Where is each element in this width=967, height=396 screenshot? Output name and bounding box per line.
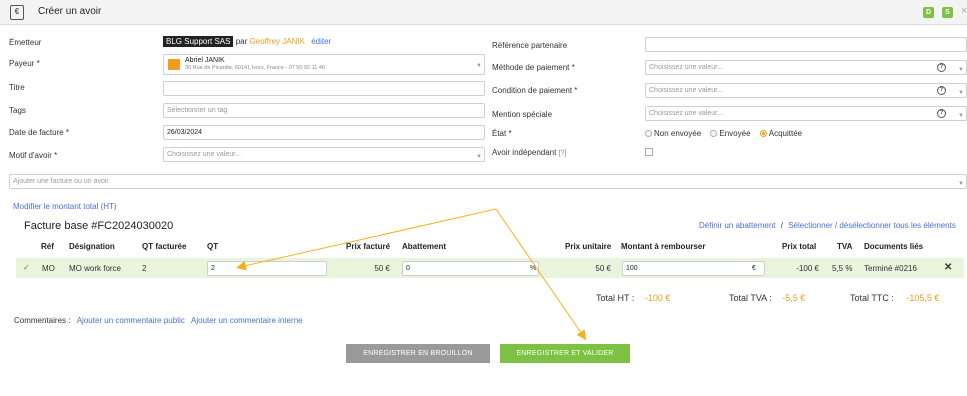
arrow-to-validate xyxy=(495,208,587,341)
annotation-arrows xyxy=(236,208,587,341)
arrow-to-qt xyxy=(236,208,497,271)
